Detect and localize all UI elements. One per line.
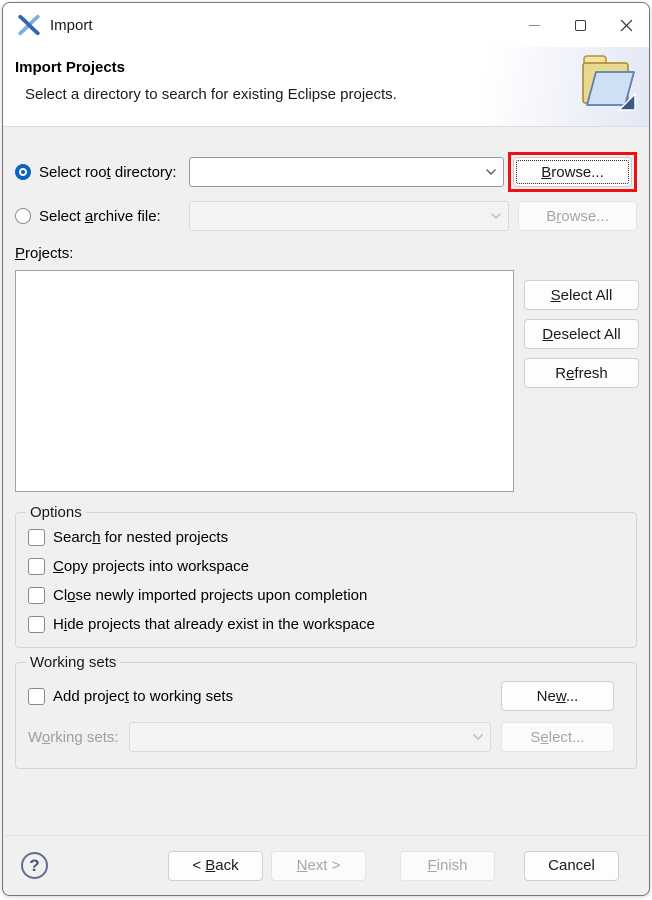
maximize-button[interactable]: [557, 3, 603, 47]
working-sets-group-title: Working sets: [26, 654, 120, 671]
chevron-down-icon[interactable]: [485, 168, 497, 176]
wizard-header: Import Projects Select a directory to se…: [3, 47, 649, 127]
option-row: Copy projects into workspace: [28, 558, 624, 575]
close-button[interactable]: [603, 3, 649, 47]
chevron-down-icon: [490, 212, 502, 220]
root-directory-radio[interactable]: [15, 164, 31, 180]
annotation-highlight-box: Browse...: [508, 152, 637, 192]
close-imported-label: Close newly imported projects upon compl…: [53, 587, 367, 604]
working-sets-input: [138, 729, 468, 745]
cancel-button[interactable]: Cancel: [524, 851, 619, 881]
next-button: Next >: [271, 851, 366, 881]
root-directory-combo[interactable]: [189, 157, 504, 187]
help-icon[interactable]: ?: [21, 852, 48, 879]
working-sets-group: Working sets Add project to working sets…: [15, 662, 637, 769]
back-button[interactable]: < Back: [168, 851, 263, 881]
add-to-working-sets-checkbox[interactable]: [28, 688, 45, 705]
maximize-icon: [575, 20, 586, 31]
add-to-working-sets-label: Add project to working sets: [53, 688, 233, 705]
minimize-button[interactable]: [511, 3, 557, 47]
finish-button: Finish: [400, 851, 495, 881]
option-row: Hide projects that already exist in the …: [28, 616, 624, 633]
projects-list[interactable]: [15, 270, 514, 492]
archive-file-label: Select archive file:: [39, 208, 189, 225]
page-subtitle: Select a directory to search for existin…: [25, 86, 649, 103]
projects-area: Select All Deselect All Refresh: [15, 270, 637, 492]
search-nested-checkbox[interactable]: [28, 529, 45, 546]
option-row: Search for nested projects: [28, 529, 624, 546]
minimize-icon: [529, 25, 540, 26]
copy-projects-checkbox[interactable]: [28, 558, 45, 575]
root-directory-label: Select root directory:: [39, 164, 189, 181]
open-folder-icon: [579, 52, 637, 118]
deselect-all-button[interactable]: Deselect All: [524, 319, 639, 349]
archive-file-input: [198, 208, 486, 224]
chevron-down-icon: [472, 733, 484, 741]
working-sets-combo-row: Working sets: Select...: [28, 722, 624, 752]
hide-existing-label: Hide projects that already exist in the …: [53, 616, 375, 633]
archive-file-combo: [189, 201, 509, 231]
window-title: Import: [50, 17, 511, 34]
close-imported-checkbox[interactable]: [28, 587, 45, 604]
projects-label: Projects:: [15, 245, 637, 262]
options-group: Options Search for nested projects Copy …: [15, 512, 637, 648]
root-directory-input[interactable]: [198, 164, 481, 180]
archive-file-row: Select archive file: Browse...: [15, 201, 637, 231]
working-sets-combo: [129, 722, 491, 752]
working-sets-combo-label: Working sets:: [28, 729, 119, 746]
root-directory-row: Select root directory: Browse...: [15, 152, 637, 192]
search-nested-label: Search for nested projects: [53, 529, 228, 546]
option-row: Close newly imported projects upon compl…: [28, 587, 624, 604]
select-all-button[interactable]: Select All: [524, 280, 639, 310]
wizard-footer: ? < Back Next > Finish Cancel: [3, 835, 649, 895]
projects-side-buttons: Select All Deselect All Refresh: [524, 270, 639, 492]
copy-projects-label: Copy projects into workspace: [53, 558, 249, 575]
working-sets-row: Add project to working sets New...: [28, 681, 624, 711]
options-group-title: Options: [26, 504, 86, 521]
dialog-content: Select root directory: Browse... Select …: [3, 127, 649, 835]
new-working-set-button[interactable]: New...: [501, 681, 614, 711]
refresh-button[interactable]: Refresh: [524, 358, 639, 388]
hide-existing-checkbox[interactable]: [28, 616, 45, 633]
close-icon: [620, 19, 633, 32]
eclipse-logo-icon: [18, 14, 40, 36]
import-dialog-window: Import Import Projects Select a director…: [2, 2, 650, 896]
select-working-set-button: Select...: [501, 722, 614, 752]
browse-archive-button: Browse...: [518, 201, 637, 231]
title-bar: Import: [3, 3, 649, 47]
archive-file-radio[interactable]: [15, 208, 31, 224]
browse-root-button[interactable]: Browse...: [513, 157, 632, 187]
page-title: Import Projects: [15, 59, 649, 76]
